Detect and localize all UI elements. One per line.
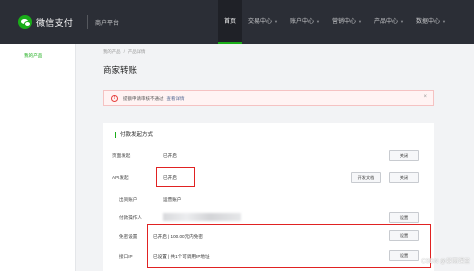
- nav-marketing-center-label: 营销中心: [331, 19, 356, 25]
- nav-product-center[interactable]: 产品中心 ▼: [368, 0, 410, 44]
- row-label-api-ip: 接口IP: [119, 254, 133, 259]
- nav-account-center[interactable]: 账户中心 ▼: [284, 0, 326, 44]
- redacted-operator-info: [163, 213, 241, 221]
- highlight-box-settings: [147, 224, 431, 268]
- alert-banner: ! 提额申请审核不通过 查看详情 ×: [103, 90, 434, 106]
- top-navigation-bar: 微信支付 商户平台 首页 交易中心 ▼ 账户中心 ▼ 营销中心 ▼ 产品中心 ▼ 数据中…: [0, 0, 474, 44]
- page-title: 商家转账: [103, 65, 138, 75]
- highlight-box-api-status: [156, 167, 195, 187]
- api-initiation-close-button[interactable]: 关闭: [389, 172, 419, 183]
- nav-marketing-center[interactable]: 营销中心 ▼: [326, 0, 368, 44]
- sidebar: 我的产品: [0, 44, 76, 271]
- chevron-down-icon: ▼: [274, 19, 278, 24]
- header-divider: [87, 15, 88, 29]
- chevron-down-icon: ▼: [399, 19, 404, 24]
- nav-data-center-label: 数据中心: [415, 19, 440, 25]
- sidebar-item-my-products[interactable]: 我的产品: [24, 53, 42, 59]
- row-label-page-initiation: 页面发起: [112, 153, 131, 158]
- chevron-down-icon: ▼: [441, 19, 446, 24]
- breadcrumb-product-detail: 产品详情: [127, 49, 146, 54]
- section-title: 付款发起方式: [115, 132, 153, 138]
- chevron-down-icon: ▼: [316, 19, 320, 24]
- nav-trade-center[interactable]: 交易中心 ▼: [242, 0, 284, 44]
- row-value-funding-account: 运营账户: [163, 197, 182, 202]
- nav-account-center-label: 账户中心: [290, 19, 315, 25]
- row-label-api-initiation: API发起: [112, 175, 129, 180]
- breadcrumb-separator: /: [123, 49, 125, 54]
- api-developer-docs-button[interactable]: 开发文档: [351, 172, 381, 183]
- alert-message: 提额申请审核不通过 查看详情: [123, 96, 185, 102]
- breadcrumb-my-products[interactable]: 我的产品: [103, 49, 121, 54]
- payment-initiation-card: 付款发起方式 页面发起 已开启 关闭 API发起 已开启 开发文档 关闭 出资账…: [103, 123, 434, 271]
- exclamation-icon: !: [111, 95, 118, 102]
- platform-name: 商户平台: [95, 21, 120, 27]
- wechat-pay-icon: [18, 15, 32, 29]
- alert-view-details-link[interactable]: 查看详情: [167, 96, 185, 101]
- alert-text: 提额申请审核不通过: [123, 96, 164, 101]
- row-label-password-free: 免密设置: [119, 234, 138, 239]
- wechat-pay-logo[interactable]: 微信支付: [18, 15, 73, 29]
- close-icon[interactable]: ×: [423, 94, 427, 100]
- breadcrumb: 我的产品 / 产品详情: [103, 49, 148, 55]
- nav-product-center-label: 产品中心: [373, 19, 398, 25]
- nav-data-center[interactable]: 数据中心 ▼: [410, 0, 452, 44]
- chevron-down-icon: ▼: [358, 19, 362, 24]
- watermark: CSDN @暴雨课堂: [421, 259, 470, 265]
- row-label-payment-operator: 付款操作人: [119, 215, 142, 220]
- logo-text: 微信支付: [36, 17, 74, 28]
- nav-trade-center-label: 交易中心: [248, 19, 273, 25]
- row-label-funding-account: 出资账户: [119, 197, 138, 202]
- nav-home[interactable]: 首页: [218, 0, 243, 44]
- main-nav: 首页 交易中心 ▼ 账户中心 ▼ 营销中心 ▼ 产品中心 ▼ 数据中心 ▼: [218, 0, 452, 44]
- nav-home-label: 首页: [224, 19, 237, 25]
- payment-operator-settings-button[interactable]: 设置: [389, 212, 419, 223]
- page-initiation-close-button[interactable]: 关闭: [389, 150, 419, 161]
- row-value-page-initiation: 已开启: [163, 153, 177, 158]
